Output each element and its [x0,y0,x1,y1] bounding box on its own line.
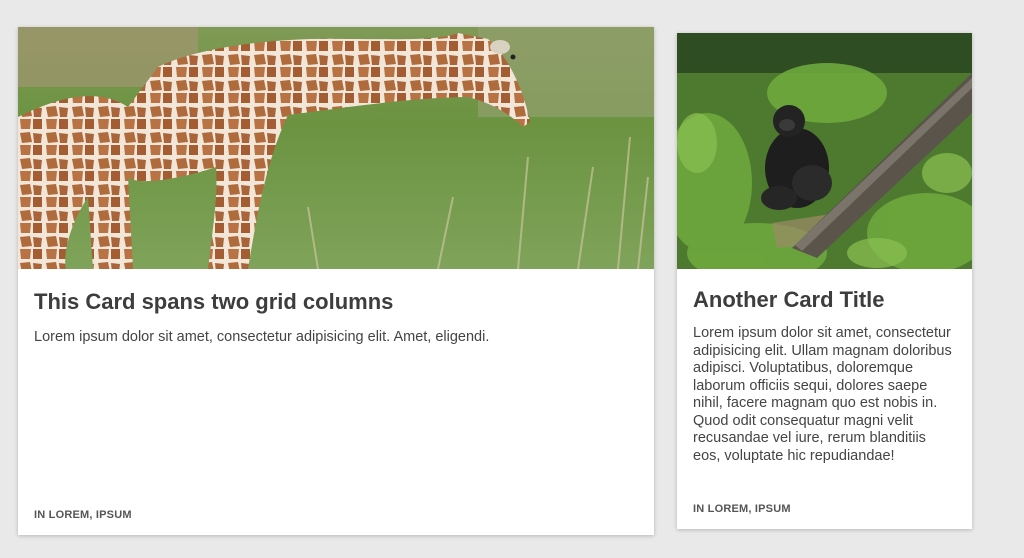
giraffe-photo [18,27,654,269]
gorilla-photo [677,33,972,269]
giraffe-image [18,27,654,269]
card-title: Another Card Title [693,287,885,312]
card-text: Lorem ipsum dolor sit amet, consectetur … [693,325,952,464]
card-footer-category: IN LOREM, IPSUM [693,503,791,515]
card-title: This Card spans two grid columns [34,289,394,314]
card-text: Lorem ipsum dolor sit amet, consectetur … [34,329,490,345]
card-wide: This Card spans two grid columns Lorem i… [18,27,654,535]
card-narrow: Another Card Title Lorem ipsum dolor sit… [677,33,972,529]
card-footer-category: IN LOREM, IPSUM [34,509,132,521]
gorilla-image [677,33,972,269]
